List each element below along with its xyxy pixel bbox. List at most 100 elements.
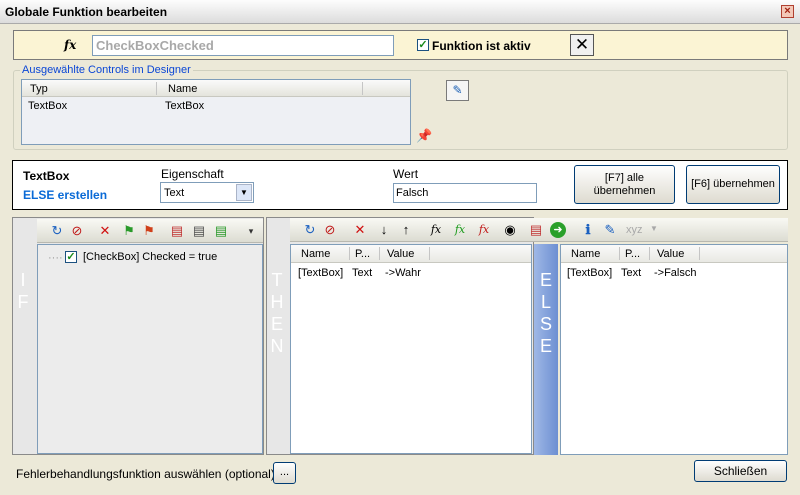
function-bar: fx CheckBoxChecked ✓ Funktion ist aktiv …	[13, 30, 788, 60]
condition-panel: TextBox ELSE erstellen Eigenschaft Text …	[12, 160, 788, 210]
fx-icon: fx	[64, 38, 77, 52]
delete-icon[interactable]: ✕	[97, 223, 113, 239]
col-p[interactable]: P...	[625, 248, 640, 260]
refresh-icon[interactable]: ↻	[302, 222, 318, 238]
eye-icon[interactable]: ◉	[502, 222, 518, 238]
cell-name: [TextBox]	[567, 267, 613, 279]
apply-all-line2: übernehmen	[593, 185, 656, 197]
column-separator	[349, 247, 350, 260]
then-toolbar: ↻ ⊘ ✕ ↓ ↑ fx fx fx ◉ ▤ ➜ ℹ ✎ xyz ▼	[290, 218, 788, 242]
document-refresh-icon[interactable]: ▤	[213, 223, 229, 239]
table-row[interactable]: [TextBox] Text ->Wahr	[291, 265, 531, 281]
document-delete-icon[interactable]: ▤	[528, 222, 544, 238]
then-letter: N	[270, 336, 284, 356]
apply-all-button[interactable]: [F7] alle übernehmen	[574, 165, 675, 204]
property-select-value: Text	[164, 187, 185, 199]
if-pane: I F ↻ ⊘ ✕ ⚑ ⚑ ▤ ▤ ▤ ▾ ···· ✓ [CheckBox] …	[12, 217, 264, 455]
chevron-down-icon[interactable]: ▼	[236, 184, 252, 201]
window-title: Globale Funktion bearbeiten	[5, 5, 168, 19]
no-filter-icon[interactable]: ⊘	[322, 222, 338, 238]
else-letter: L	[540, 292, 551, 312]
tree-item-checkbox[interactable]: ✓	[65, 251, 77, 263]
flag-green-icon[interactable]: ⚑	[121, 223, 137, 239]
col-value[interactable]: Value	[657, 248, 684, 260]
then-grid[interactable]: Name P... Value [TextBox] Text ->Wahr	[290, 244, 532, 454]
flag-red-icon[interactable]: ⚑	[141, 223, 157, 239]
group-legend: Ausgewählte Controls im Designer	[20, 64, 193, 76]
if-letter: I	[20, 270, 26, 290]
go-arrow-icon[interactable]: ➜	[550, 222, 566, 238]
then-grid-header: Name P... Value	[291, 245, 531, 263]
function-active-label: Funktion ist aktiv	[432, 39, 531, 53]
edit-icon[interactable]: ✎	[602, 222, 618, 238]
col-name[interactable]: Name	[301, 248, 330, 260]
else-letter: S	[539, 314, 552, 334]
browse-error-handler-button[interactable]: ...	[273, 462, 296, 484]
apply-button[interactable]: [F6] übernehmen	[686, 165, 780, 204]
cell-value: ->Wahr	[385, 267, 421, 279]
toolbar-overflow-icon[interactable]: ▾	[243, 223, 259, 239]
fx-red-icon[interactable]: fx	[476, 222, 492, 238]
value-label: Wert	[393, 167, 419, 181]
edit-document-icon[interactable]: ▤	[169, 223, 185, 239]
fx-green-icon[interactable]: fx	[452, 222, 468, 238]
table-row[interactable]: TextBox TextBox	[22, 98, 410, 114]
column-separator	[699, 247, 700, 260]
property-select[interactable]: Text ▼	[160, 182, 254, 203]
close-button[interactable]: Schließen	[694, 460, 787, 482]
then-letter: T	[271, 270, 283, 290]
window-close-button[interactable]: ×	[781, 5, 794, 18]
cell-p: Text	[352, 267, 373, 279]
column-header-name[interactable]: Name	[168, 83, 197, 95]
controls-listview[interactable]: Typ Name TextBox TextBox	[21, 79, 411, 145]
tree-item-label[interactable]: [CheckBox] Checked = true	[83, 251, 217, 263]
col-p[interactable]: P...	[355, 248, 370, 260]
function-name-input[interactable]: CheckBoxChecked	[92, 35, 394, 56]
else-create-link[interactable]: ELSE erstellen	[23, 188, 107, 202]
arrow-up-icon[interactable]: ↑	[398, 222, 414, 238]
clear-button[interactable]: ✕	[570, 34, 594, 56]
column-separator	[156, 82, 157, 95]
property-label: Eigenschaft	[161, 167, 224, 181]
col-name[interactable]: Name	[571, 248, 600, 260]
arrow-down-icon[interactable]: ↓	[376, 222, 392, 238]
delete-icon[interactable]: ✕	[352, 222, 368, 238]
column-separator	[649, 247, 650, 260]
function-active-checkbox[interactable]: ✓	[417, 39, 429, 51]
cell-value: ->Falsch	[654, 267, 697, 279]
refresh-icon[interactable]: ↻	[49, 223, 65, 239]
col-value[interactable]: Value	[387, 248, 414, 260]
no-filter-icon[interactable]: ⊘	[69, 223, 85, 239]
info-icon[interactable]: ℹ	[580, 222, 596, 238]
tree-line: ····	[48, 252, 63, 264]
chevron-down-icon[interactable]: ▼	[650, 224, 658, 233]
else-letter: E	[539, 270, 552, 290]
error-handler-label: Fehlerbehandlungsfunktion auswählen (opt…	[16, 467, 275, 481]
selected-controls-group: Ausgewählte Controls im Designer Typ Nam…	[13, 64, 788, 150]
then-letter: E	[270, 314, 283, 334]
else-vertical-tab[interactable]: E L S E	[534, 244, 558, 455]
column-header-typ[interactable]: Typ	[30, 83, 48, 95]
column-separator	[619, 247, 620, 260]
table-row[interactable]: [TextBox] Text ->Falsch	[561, 265, 787, 281]
edit-controls-button[interactable]: ✎	[446, 80, 469, 101]
cell-name: [TextBox]	[298, 267, 344, 279]
if-vertical-tab: I F	[13, 218, 35, 454]
cell-name: TextBox	[165, 100, 205, 112]
control-name-label: TextBox	[23, 169, 70, 183]
then-letter: H	[270, 292, 284, 312]
xyz-dropdown[interactable]: xyz	[626, 224, 643, 236]
fx-icon[interactable]: fx	[428, 222, 444, 238]
if-tree[interactable]: ···· ✓ [CheckBox] Checked = true	[37, 244, 263, 454]
value-input[interactable]: Falsch	[393, 183, 537, 203]
else-letter: E	[539, 336, 552, 356]
else-grid-header: Name P... Value	[561, 245, 787, 263]
pin-icon[interactable]: 📌	[416, 128, 432, 144]
title-bar: Globale Funktion bearbeiten ×	[0, 0, 800, 24]
if-letter: F	[17, 292, 29, 312]
else-grid[interactable]: Name P... Value [TextBox] Text ->Falsch	[560, 244, 788, 455]
if-toolbar: ↻ ⊘ ✕ ⚑ ⚑ ▤ ▤ ▤ ▾	[37, 219, 263, 243]
document-icon[interactable]: ▤	[191, 223, 207, 239]
listview-header: Typ Name	[22, 80, 410, 97]
cell-typ: TextBox	[28, 100, 68, 112]
